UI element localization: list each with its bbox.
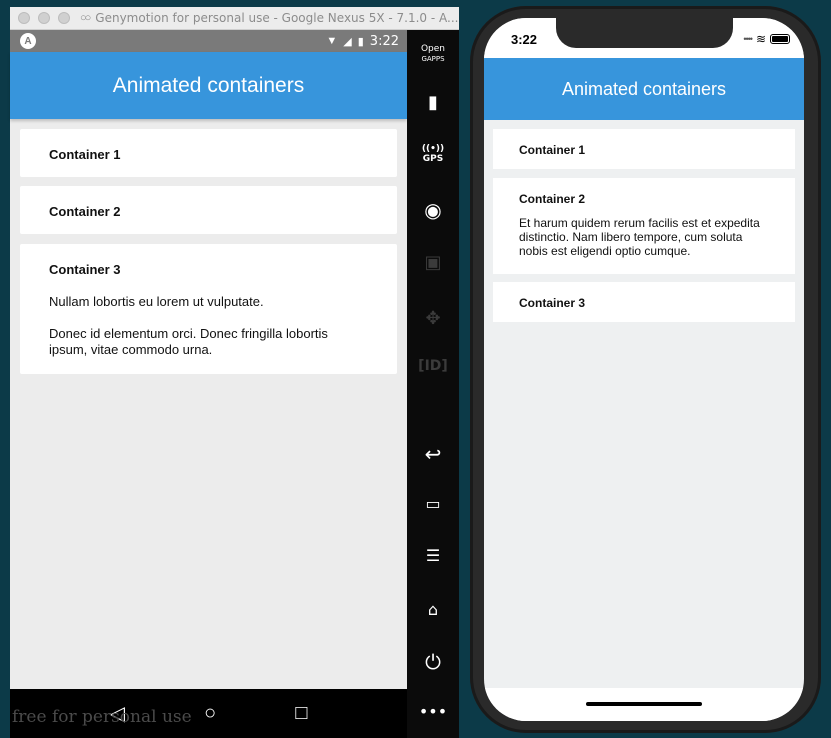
window-titlebar: ○○ Genymotion for personal use - Google … [10, 7, 459, 30]
menu-icon[interactable]: ☰ [407, 546, 459, 565]
home-icon[interactable]: ⌂ [407, 600, 459, 619]
battery-icon[interactable]: ▮ [407, 92, 459, 113]
battery-icon: ▮ [357, 35, 364, 48]
zoom-window-button[interactable] [58, 12, 70, 24]
minimize-window-button[interactable] [38, 12, 50, 24]
container-body-text: Et harum quidem rerum facilis est et exp… [519, 216, 760, 258]
signal-icon: •••• [743, 34, 753, 44]
home-indicator-area [484, 688, 804, 721]
container-title: Container 2 [49, 204, 121, 219]
app-title: Animated containers [561, 78, 727, 99]
gps-icon[interactable]: ((•)) GPS [407, 144, 459, 164]
watermark-text: free for personal use [12, 707, 192, 727]
container-title: Container 1 [519, 143, 586, 157]
back-icon[interactable]: ↩ [407, 442, 459, 466]
wifi-icon: ≋ [755, 32, 766, 46]
container-card-1[interactable]: Container 1 [20, 129, 397, 177]
power-icon[interactable]: ⏻ [407, 650, 459, 674]
android-app-bar: Animated containers [10, 52, 407, 119]
ios-app-header: Animated containers [484, 58, 804, 120]
android-status-bar: A ▼ ◢ ▮ 3:22 [10, 30, 407, 52]
nav-home-icon[interactable]: ○ [204, 702, 216, 725]
media-icon: ▣ [424, 252, 442, 273]
close-window-button[interactable] [18, 12, 30, 24]
more-icon[interactable]: ••• [407, 702, 459, 721]
opengapps-button[interactable]: Open GAPPS [407, 44, 459, 64]
container-card-3[interactable]: Container 3 Nullam lobortis eu lorem ut … [20, 244, 397, 374]
android-screen: A ▼ ◢ ▮ 3:22 Animated containers Contain… [10, 30, 407, 689]
container-title: Container 2 [519, 192, 586, 206]
signal-icon: ◢ [343, 35, 352, 48]
container-card-3[interactable]: Container 3 [493, 282, 795, 322]
iphone-frame: 3:22 •••• ≋ Animated containers Containe… [470, 6, 821, 733]
container-card-2[interactable]: Container 2 Et harum quidem rerum facili… [493, 178, 795, 274]
container-card-2[interactable]: Container 2 [20, 186, 397, 234]
nav-recents-icon[interactable]: □ [295, 702, 307, 725]
genymotion-window: ○○ Genymotion for personal use - Google … [10, 7, 459, 738]
android-notification-icon: A [20, 33, 36, 49]
container-title: Container 3 [49, 262, 121, 277]
container-title: Container 1 [49, 147, 121, 162]
dpad-icon: ✥ [425, 308, 441, 329]
container-body-text: Donec id elementum orci. Donec fringilla… [49, 326, 328, 357]
status-time: 3:22 [511, 32, 538, 47]
genymotion-sidebar: Open GAPPS ▮ ((•)) GPS ◉ ▣ ✥ [ID] ↩ ▭ ☰ ⌂ … [407, 30, 459, 738]
container-body-text: Nullam lobortis eu lorem ut vulputate. [49, 294, 264, 309]
ios-status-bar: 3:22 •••• ≋ [484, 18, 804, 58]
home-indicator[interactable] [586, 702, 702, 706]
notch [556, 18, 733, 48]
window-title: Genymotion for personal use - Google Nex… [95, 11, 459, 25]
container-title: Container 3 [519, 296, 586, 310]
battery-icon [770, 34, 790, 44]
container-card-1[interactable]: Container 1 [493, 129, 795, 169]
app-title: Animated containers [112, 73, 305, 97]
genymotion-logo-icon: ○○ [80, 12, 91, 24]
recent-apps-icon[interactable]: ▭ [407, 494, 459, 513]
ios-screen: 3:22 •••• ≋ Animated containers Containe… [484, 18, 804, 721]
webcam-icon[interactable]: ◉ [407, 198, 459, 222]
id-icon: [ID] [418, 358, 448, 374]
wifi-icon: ▼ [326, 35, 338, 47]
status-time: 3:22 [369, 33, 399, 49]
